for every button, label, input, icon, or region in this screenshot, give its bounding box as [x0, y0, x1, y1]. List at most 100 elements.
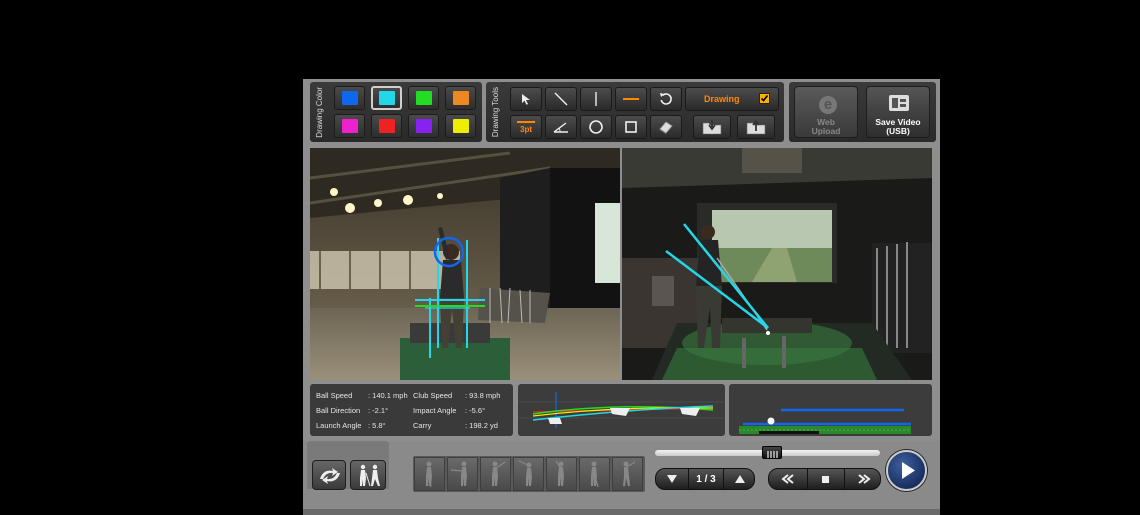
diagonal-line-tool[interactable] [545, 87, 577, 111]
red-swatch-fill [379, 119, 395, 133]
blue-swatch-fill [342, 91, 358, 105]
page-navigator: 1 / 3 [655, 468, 755, 490]
stat-value-ball-speed: : 140.1 mph [368, 391, 408, 400]
checkbox-checked-icon [759, 93, 770, 104]
drawing-color-panel: Drawing Color [310, 82, 482, 142]
color-swatch-cyan[interactable] [371, 86, 402, 110]
pointer-icon [522, 94, 530, 105]
line-weight-label: 3pt [520, 124, 532, 134]
stop-icon [822, 475, 829, 483]
swap-views-button[interactable] [312, 460, 346, 490]
color-swatch-red[interactable] [371, 114, 402, 138]
golfer-takeaway-icon [450, 461, 467, 486]
swing-phase-address[interactable] [414, 457, 445, 491]
face-on-video-frame [310, 148, 620, 380]
stat-label-carry: Carry [413, 421, 432, 430]
horizontal-line-tool[interactable] [615, 87, 647, 111]
folder-download-icon [702, 120, 722, 135]
line-weight-tool[interactable]: 3pt [510, 115, 542, 139]
magenta-swatch-fill [342, 119, 358, 133]
stat-label-club-speed: Club Speed [413, 391, 453, 400]
swing-phase-top[interactable] [513, 457, 544, 491]
previous-shot-button[interactable] [656, 469, 689, 489]
eraser-tool[interactable] [650, 115, 682, 139]
down-the-line-camera-view[interactable] [622, 148, 932, 380]
fast-forward-icon [857, 474, 871, 484]
next-shot-button[interactable] [723, 469, 756, 489]
golfer-top-icon [518, 460, 532, 486]
save-drawing-tool[interactable] [693, 115, 731, 139]
eraser-icon [659, 121, 673, 134]
save-video-label: Save Video (USB) [875, 117, 921, 136]
color-swatch-blue[interactable] [334, 86, 365, 110]
down-the-line-video-frame [622, 148, 932, 380]
web-upload-icon: e [819, 96, 837, 114]
rectangle-icon [625, 121, 637, 133]
angle-tool[interactable] [545, 115, 577, 139]
drawing-tools-label: Drawing Tools [490, 86, 500, 138]
golfer-backswing-icon [492, 461, 506, 486]
club-path-graphic [518, 384, 725, 436]
swap-arrows-icon [320, 468, 340, 484]
golfer-finish-icon [623, 461, 636, 486]
stat-value-impact-angle: : -5.6° [465, 406, 486, 415]
face-on-camera-view[interactable] [310, 148, 620, 380]
page-indicator: 1 / 3 [696, 473, 716, 485]
stat-value-club-speed: : 93.8 mph [465, 391, 501, 400]
stat-value-carry: : 198.2 yd [465, 421, 498, 430]
stat-value-launch-angle: : 5.8° [368, 421, 386, 430]
circle-icon [589, 120, 603, 134]
timeline-scrubber-handle[interactable] [761, 446, 782, 459]
triangle-down-icon [667, 475, 677, 483]
color-swatch-green[interactable] [408, 86, 439, 110]
stat-label-impact-angle: Impact Angle [413, 406, 457, 415]
ball-flight-graphic [729, 384, 932, 436]
stop-button[interactable] [807, 469, 844, 489]
shot-stats-panel: Ball Speed : 140.1 mph Club Speed : 93.8… [310, 384, 513, 436]
orange-swatch-fill [453, 91, 469, 105]
usb-save-icon [889, 95, 909, 111]
rewind-button[interactable] [769, 469, 808, 489]
rectangle-tool[interactable] [615, 115, 647, 139]
color-swatch-yellow[interactable] [445, 114, 476, 138]
swing-phase-finish[interactable] [612, 457, 643, 491]
swing-analysis-app: Drawing Color Drawing Tools Drawing 3pt … [303, 79, 940, 515]
undo-tool[interactable] [650, 87, 682, 111]
grip-icon [766, 451, 778, 458]
save-video-usb-button[interactable]: Save Video (USB) [866, 86, 930, 138]
web-upload-button[interactable]: e Web Upload [794, 86, 858, 138]
line-weight-bar [517, 120, 535, 123]
play-button[interactable] [886, 450, 927, 491]
stat-label-ball-direction: Ball Direction [316, 406, 361, 415]
swing-phase-takeaway[interactable] [447, 457, 478, 491]
vertical-line-tool[interactable] [580, 87, 612, 111]
color-swatch-purple[interactable] [408, 114, 439, 138]
golfers-icon [360, 464, 380, 487]
stat-label-launch-angle: Launch Angle [316, 421, 362, 430]
cyan-swatch-fill [379, 91, 395, 105]
color-swatch-magenta[interactable] [334, 114, 365, 138]
drawing-toggle[interactable]: Drawing [685, 87, 779, 111]
angle-icon [553, 122, 568, 133]
play-icon [902, 462, 915, 479]
drawing-tools-panel: Drawing Tools Drawing 3pt [486, 82, 784, 142]
swing-phase-impact[interactable] [579, 457, 610, 491]
swing-phase-backswing[interactable] [480, 457, 511, 491]
vertical-line-icon [595, 92, 597, 106]
pointer-tool[interactable] [510, 87, 542, 111]
drawing-color-label: Drawing Color [314, 86, 324, 138]
dual-golfer-view-button[interactable] [350, 460, 386, 490]
circle-tool[interactable] [580, 115, 612, 139]
stat-value-ball-direction: : -2.1° [368, 406, 389, 415]
color-swatch-orange[interactable] [445, 86, 476, 110]
load-drawing-tool[interactable] [737, 115, 775, 139]
bottom-strip [303, 509, 940, 515]
stat-label-ball-speed: Ball Speed [316, 391, 353, 400]
fast-forward-button[interactable] [844, 469, 882, 489]
undo-icon [660, 93, 672, 105]
golfer-downswing-icon [555, 460, 564, 486]
drawing-toggle-label: Drawing [704, 94, 740, 104]
swing-phase-downswing[interactable] [546, 457, 577, 491]
web-upload-label: Web Upload [811, 117, 841, 136]
green-swatch-fill [416, 91, 432, 105]
